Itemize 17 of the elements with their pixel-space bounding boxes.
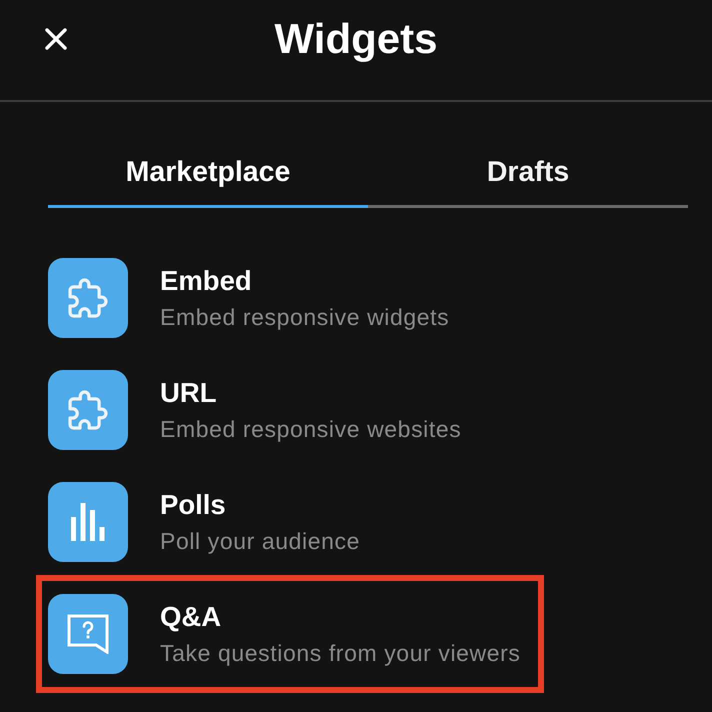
bar-chart-tile-icon[interactable] — [48, 482, 128, 562]
puzzle-tile-icon[interactable] — [48, 258, 128, 338]
widget-description: Poll your audience — [160, 527, 360, 555]
widget-description: Take questions from your viewers — [160, 639, 521, 667]
puzzle-tile-icon[interactable] — [48, 370, 128, 450]
close-button[interactable] — [44, 26, 68, 50]
widget-description: Embed responsive widgets — [160, 303, 450, 331]
widget-description: Embed responsive websites — [160, 415, 462, 443]
widget-title[interactable]: Embed — [160, 265, 450, 297]
tab[interactable]: Drafts — [368, 142, 688, 208]
widget-title[interactable]: Q&A — [160, 601, 521, 633]
panel-title: Widgets — [274, 14, 438, 62]
widget-title[interactable]: Polls — [160, 489, 360, 521]
tab[interactable]: Marketplace — [48, 142, 368, 208]
close-icon — [45, 28, 67, 50]
widget-title[interactable]: URL — [160, 377, 462, 409]
question-bubble-tile-icon[interactable] — [48, 594, 128, 674]
